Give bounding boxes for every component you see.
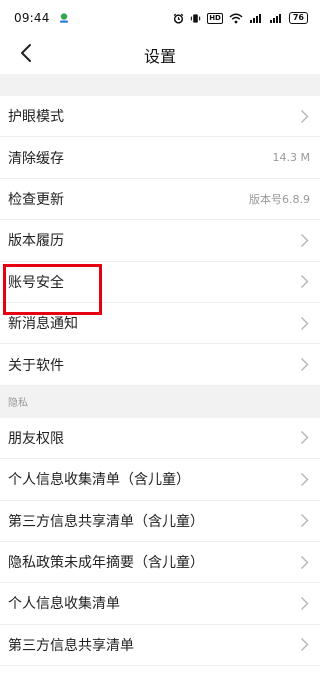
back-button[interactable]: [12, 41, 40, 69]
chevron-right-icon: [300, 108, 310, 124]
hd-icon: HD: [207, 12, 223, 24]
settings-group-privacy: 朋友权限 个人信息收集清单（含儿童） 第三方信息共享清单（含儿童） 隐私政策未成…: [0, 418, 320, 667]
chevron-right-icon: [300, 554, 310, 570]
chevron-right-icon: [300, 430, 310, 446]
row-eye-protection[interactable]: 护眼模式: [0, 96, 320, 138]
signal-icon-2: [269, 13, 283, 24]
row-check-update[interactable]: 检查更新 版本号6.8.9: [0, 179, 320, 221]
alarm-icon: [173, 13, 184, 24]
chevron-right-icon: [300, 471, 310, 487]
chevron-right-icon: [300, 357, 310, 373]
cache-size-value: 14.3 M: [272, 151, 310, 165]
row-about[interactable]: 关于软件: [0, 344, 320, 386]
row-third-party-sharing[interactable]: 第三方信息共享清单: [0, 625, 320, 667]
row-message-notification[interactable]: 新消息通知: [0, 303, 320, 345]
chevron-right-icon: [300, 315, 310, 331]
row-label: 个人信息收集清单（含儿童）: [8, 472, 190, 489]
row-personal-info-list[interactable]: 个人信息收集清单: [0, 583, 320, 625]
row-right: [300, 471, 310, 487]
row-right: [300, 274, 310, 290]
row-label: 隐私政策未成年摘要（含儿童）: [8, 555, 204, 572]
row-third-party-sharing-children[interactable]: 第三方信息共享清单（含儿童）: [0, 501, 320, 542]
row-label: 清除缓存: [8, 150, 64, 167]
row-right: [300, 232, 310, 248]
status-right: HD 76: [173, 12, 308, 24]
battery-indicator: 76: [288, 12, 308, 24]
row-label: 第三方信息共享清单: [8, 637, 134, 654]
wifi-icon: [229, 13, 243, 24]
signal-icon-1: [249, 13, 263, 24]
row-right: [300, 554, 310, 570]
chevron-right-icon: [300, 274, 310, 290]
row-label: 个人信息收集清单: [8, 596, 120, 613]
row-right: [300, 637, 310, 653]
chevron-right-icon: [300, 513, 310, 529]
status-time: 09:44: [14, 11, 50, 25]
vibrate-icon: [190, 13, 201, 24]
app-notification-icon: [58, 12, 70, 24]
chevron-right-icon: [300, 232, 310, 248]
row-right: [300, 108, 310, 124]
status-bar: 09:44 HD 76: [0, 0, 320, 36]
section-gap: [0, 74, 320, 96]
row-account-security[interactable]: 账号安全: [0, 262, 320, 303]
row-right: [300, 430, 310, 446]
row-label: 新消息通知: [8, 316, 78, 333]
section-header-privacy: 隐私: [0, 385, 320, 418]
row-label: 护眼模式: [8, 109, 64, 126]
row-friend-permissions[interactable]: 朋友权限: [0, 418, 320, 460]
row-right: [300, 315, 310, 331]
row-privacy-policy-minors[interactable]: 隐私政策未成年摘要（含儿童）: [0, 542, 320, 584]
chevron-left-icon: [19, 43, 33, 67]
status-left: 09:44: [14, 11, 70, 25]
row-label: 账号安全: [8, 274, 64, 291]
row-label: 第三方信息共享清单（含儿童）: [8, 513, 204, 530]
row-right: [300, 513, 310, 529]
chevron-right-icon: [300, 637, 310, 653]
settings-group-general: 护眼模式 清除缓存 14.3 M 检查更新 版本号6.8.9 版本履历 账号安全…: [0, 96, 320, 386]
row-label: 关于软件: [8, 357, 64, 374]
row-label: 检查更新: [8, 191, 64, 208]
page-title: 设置: [143, 47, 176, 66]
nav-bar: 设置: [0, 36, 320, 74]
row-personal-info-list-children[interactable]: 个人信息收集清单（含儿童）: [0, 459, 320, 501]
row-clear-cache[interactable]: 清除缓存 14.3 M: [0, 137, 320, 179]
chevron-right-icon: [300, 595, 310, 611]
row-right: [300, 595, 310, 611]
row-label: 朋友权限: [8, 430, 64, 447]
row-label: 版本履历: [8, 233, 64, 250]
row-right: [300, 357, 310, 373]
row-version-history[interactable]: 版本履历: [0, 220, 320, 262]
version-value: 版本号6.8.9: [249, 192, 310, 206]
